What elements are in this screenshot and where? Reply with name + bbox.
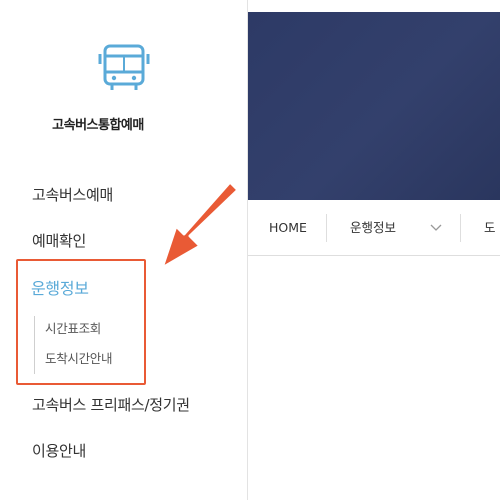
sidebar-item-freepass[interactable]: 고속버스 프리패스/정기권 [32,394,190,415]
operation-info-submenu: 시간표조회 도착시간안내 [34,316,144,374]
sidebar-item-bus-booking[interactable]: 고속버스예매 [32,184,113,205]
submenu-item-timetable[interactable]: 시간표조회 [45,318,101,337]
nav-divider [460,214,461,242]
chevron-down-icon[interactable] [430,223,442,233]
sidebar-item-booking-check[interactable]: 예매확인 [32,230,86,251]
nav-divider [326,214,327,242]
logo-text[interactable]: 고속버스통합예매 [0,114,196,133]
hero-banner [248,12,500,200]
sidebar: 고속버스통합예매 고속버스예매 예매확인 운행정보 시간표조회 도착시간안내 고… [0,0,248,500]
submenu-item-arrival-time[interactable]: 도착시간안내 [45,348,113,367]
sidebar-item-operation-info[interactable]: 운행정보 [31,275,89,299]
nav-home-link[interactable]: HOME [269,200,307,256]
sidebar-item-guide[interactable]: 이용안내 [32,440,86,461]
nav-current-dropdown[interactable]: 운행정보 [350,200,396,256]
nav-next-dropdown[interactable]: 도 [484,200,496,256]
top-nav: HOME 운행정보 도 [248,200,500,256]
bus-icon [98,44,150,90]
